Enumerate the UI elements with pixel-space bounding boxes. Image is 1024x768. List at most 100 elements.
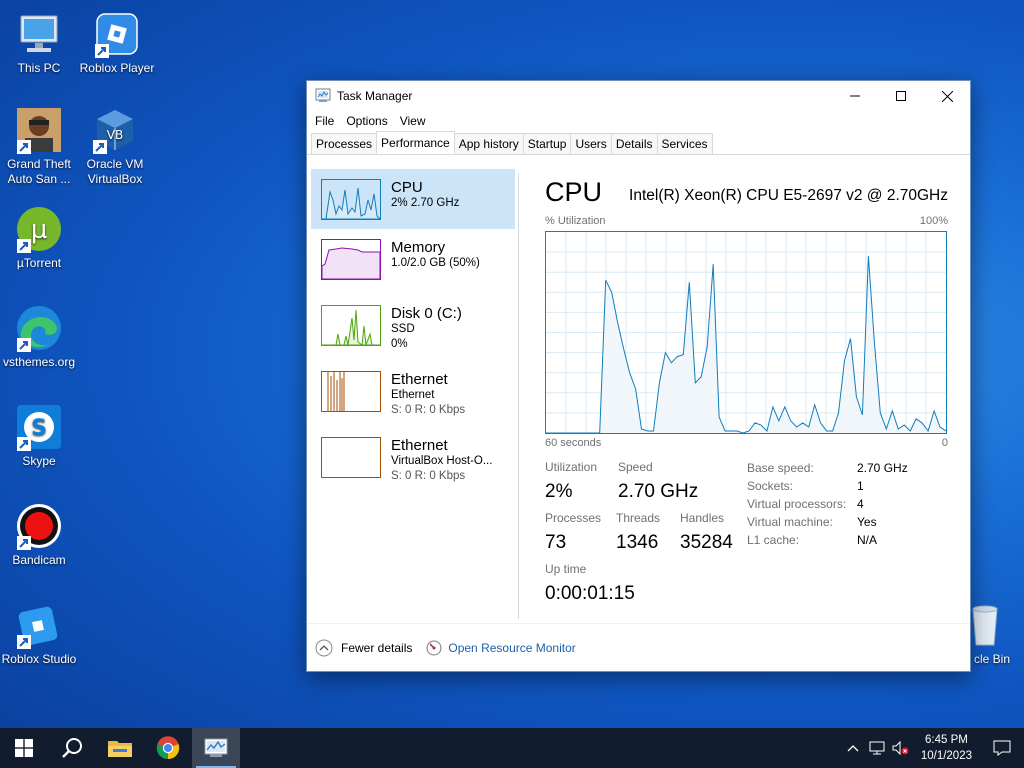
menu-options[interactable]: Options [340, 111, 393, 131]
task-manager-window: Task Manager File Options View Processes… [306, 80, 971, 672]
start-icon [15, 739, 33, 757]
tab-details[interactable]: Details [610, 133, 658, 154]
open-resource-monitor-link[interactable]: Open Resource Monitor [426, 640, 576, 656]
roblox-studio-icon [15, 601, 63, 649]
minimize-icon [850, 95, 860, 97]
tab-services[interactable]: Services [656, 133, 713, 154]
utilization-value: 2% [545, 481, 573, 502]
volume-muted-icon [892, 741, 909, 755]
sidebar-item-disk[interactable]: Disk 0 (C:) SSD 0% [311, 295, 515, 361]
search-button[interactable] [48, 728, 96, 768]
desktop-icon-virtualbox[interactable]: VB Oracle VM VirtualBox [76, 106, 154, 187]
edge-icon [15, 304, 63, 352]
menu-file[interactable]: File [309, 111, 340, 131]
speed-value: 2.70 GHz [618, 481, 699, 502]
bandicam-icon [15, 502, 63, 550]
volume-tray-button[interactable] [889, 741, 913, 755]
utilization-label: Utilization [545, 460, 598, 474]
uptime-label: Up time [545, 562, 587, 576]
clock[interactable]: 6:45 PM 10/1/2023 [913, 732, 980, 764]
file-explorer-icon [108, 741, 132, 757]
desktop-icon-label: Roblox Studio [1, 652, 77, 666]
tab-startup[interactable]: Startup [522, 133, 572, 154]
desktop-icon-this-pc[interactable]: This PC [0, 10, 78, 76]
network-tray-button[interactable] [865, 741, 889, 755]
resource-sidebar: CPU 2% 2.70 GHz Memory 1.0/2.0 GB (50%) [311, 169, 515, 493]
taskbar: 6:45 PM 10/1/2023 [0, 728, 1024, 768]
tab-performance[interactable]: Performance [376, 131, 455, 154]
shortcut-arrow-icon [17, 437, 31, 451]
graph-min-label: 0 [941, 437, 948, 449]
shortcut-arrow-icon [17, 140, 31, 154]
processes-label: Processes [545, 511, 602, 525]
maximize-icon [896, 91, 906, 101]
desktop-icon-skype[interactable]: S Skype [0, 403, 78, 469]
title-bar[interactable]: Task Manager [307, 81, 970, 111]
desktop-icon-gta[interactable]: Grand Theft Auto San ... [0, 106, 78, 187]
base-speed-value: 2.70 GHz [857, 461, 908, 475]
close-icon [941, 90, 953, 102]
virtualbox-icon: VB [91, 106, 139, 154]
window-title: Task Manager [337, 89, 413, 103]
task-manager-app-icon [315, 87, 331, 106]
roblox-player-icon [93, 10, 141, 58]
handles-label: Handles [680, 511, 725, 525]
taskbar-file-explorer[interactable] [96, 728, 144, 768]
shortcut-arrow-icon [17, 239, 31, 253]
graph-time-label: 60 seconds [545, 437, 602, 449]
maximize-button[interactable] [878, 81, 924, 111]
base-speed-label: Base speed: [747, 461, 814, 475]
sidebar-item-cpu[interactable]: CPU 2% 2.70 GHz [311, 169, 515, 229]
svg-text:µ: µ [31, 215, 48, 245]
shortcut-arrow-icon [17, 338, 31, 352]
ethernet-thumbnail-graph [321, 371, 381, 412]
gta-icon [15, 106, 63, 154]
sidebar-item-detail-2: S: 0 R: 0 Kbps [391, 470, 466, 482]
sidebar-item-detail-2: 0% [391, 338, 408, 350]
start-button[interactable] [0, 728, 48, 768]
sidebar-item-detail: Ethernet [391, 389, 435, 401]
tab-app-history[interactable]: App history [453, 133, 524, 154]
sidebar-item-ethernet-1[interactable]: Ethernet Ethernet S: 0 R: 0 Kbps [311, 361, 515, 427]
window-footer: Fewer details Open Resource Monitor [307, 623, 970, 671]
panel-title: CPU [545, 177, 603, 207]
threads-value: 1346 [616, 532, 659, 553]
clock-date: 10/1/2023 [920, 750, 972, 762]
cpu-graph-svg [546, 232, 947, 434]
close-button[interactable] [924, 81, 970, 111]
desktop-icon-label: Roblox Player [79, 61, 155, 75]
desktop-icon-label: Grand Theft Auto San ... [7, 157, 71, 186]
graph-y-label: % Utilization [545, 215, 606, 227]
tab-processes[interactable]: Processes [311, 133, 378, 154]
utorrent-icon: µ [15, 205, 63, 253]
cpu-utilization-graph [545, 231, 947, 434]
sockets-value: 1 [857, 479, 864, 493]
system-tray: 6:45 PM 10/1/2023 [841, 728, 1024, 768]
memory-thumbnail-graph [321, 239, 381, 280]
notifications-button[interactable] [980, 728, 1024, 768]
show-hidden-icons-button[interactable] [841, 744, 865, 752]
taskbar-task-manager[interactable] [192, 728, 240, 768]
desktop-icon-roblox-player[interactable]: Roblox Player [78, 10, 156, 76]
menu-view[interactable]: View [394, 111, 432, 131]
tab-users[interactable]: Users [570, 133, 612, 154]
performance-content: CPU 2% 2.70 GHz Memory 1.0/2.0 GB (50%) [307, 157, 970, 623]
desktop-icon-roblox-studio[interactable]: Roblox Studio [0, 601, 78, 667]
sidebar-item-name: Memory [391, 239, 446, 256]
desktop-icon-edge[interactable]: vsthemes.org [0, 304, 78, 370]
menu-bar: File Options View [307, 111, 970, 131]
minimize-button[interactable] [832, 81, 878, 111]
desktop-icon-bandicam[interactable]: Bandicam [0, 502, 78, 568]
desktop-icon-label: Oracle VM VirtualBox [86, 157, 144, 186]
tab-bar: Processes Performance App history Startu… [307, 131, 970, 155]
sidebar-item-name: Ethernet [391, 371, 448, 388]
desktop-icon-utorrent[interactable]: µ µTorrent [0, 205, 78, 271]
taskbar-chrome[interactable] [144, 728, 192, 768]
sidebar-item-ethernet-2[interactable]: Ethernet VirtualBox Host-O... S: 0 R: 0 … [311, 427, 515, 493]
sidebar-item-memory[interactable]: Memory 1.0/2.0 GB (50%) [311, 229, 515, 295]
sidebar-divider [518, 173, 519, 619]
processes-value: 73 [545, 532, 567, 553]
fewer-details-button[interactable]: Fewer details [315, 639, 412, 657]
open-resource-monitor-label: Open Resource Monitor [448, 640, 576, 655]
sockets-label: Sockets: [747, 479, 794, 493]
